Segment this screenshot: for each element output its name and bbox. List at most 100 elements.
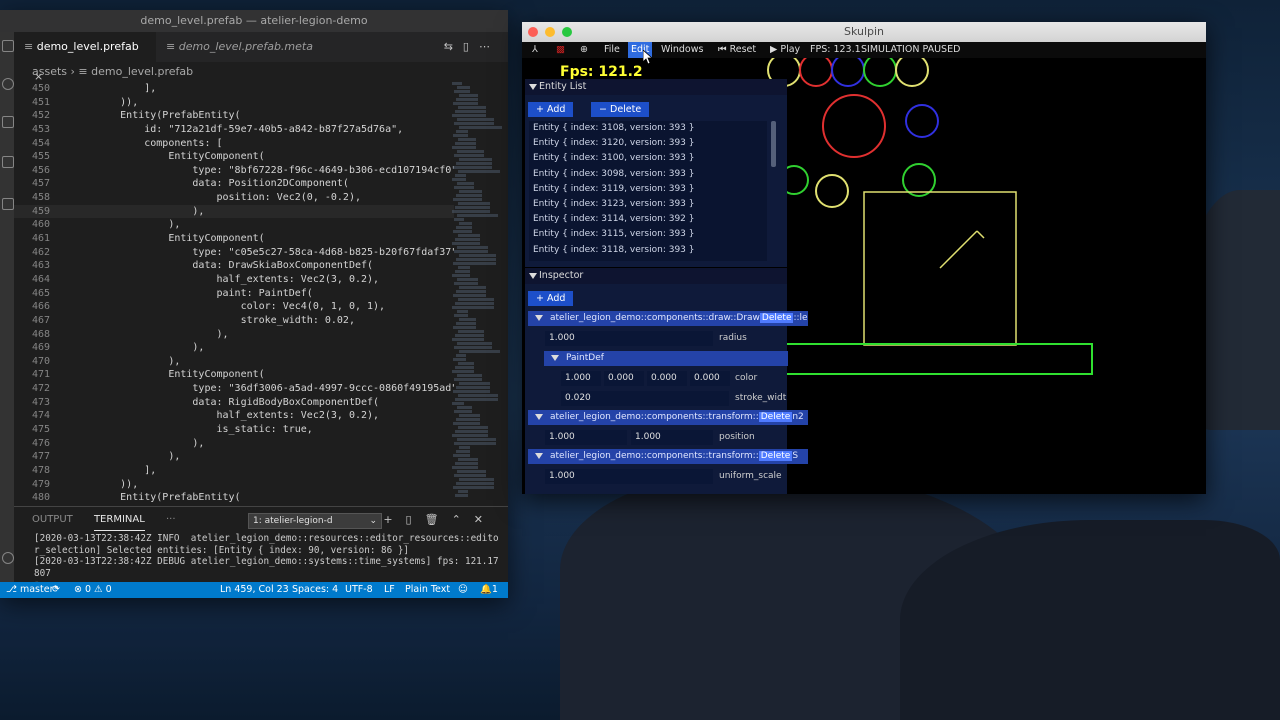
line-ending[interactable]: LF (384, 582, 395, 598)
code-line[interactable]: 464 half_extents: Vec2(3, 0.2), (14, 273, 454, 287)
code-line[interactable]: 472 type: "36df3006-a5ad-4997-9ccc-0860f… (14, 382, 454, 396)
component-header-transform-scale[interactable]: atelier_legion_demo::components::transfo… (528, 449, 808, 464)
code-line[interactable]: 466 color: Vec4(0, 1, 0, 1), (14, 300, 454, 314)
entity-list-item[interactable]: Entity { index: 3118, version: 393 } (529, 243, 767, 258)
settings-gear-icon[interactable] (2, 552, 14, 564)
entity-list-item[interactable]: Entity { index: 3123, version: 393 } (529, 197, 767, 212)
terminal-select[interactable]: 1: atelier-legion-d ⌄ (248, 513, 382, 529)
code-line[interactable]: 463 data: DrawSkiaBoxComponentDef( (14, 259, 454, 273)
uniform-scale-field[interactable]: 1.000 (545, 469, 713, 484)
code-line[interactable]: 465 paint: PaintDef( (14, 287, 454, 301)
tab-demo-level-prefab-meta[interactable]: ≡ demo_level.prefab.meta (156, 32, 336, 62)
radius-field[interactable]: 1.000 (545, 331, 713, 346)
minimize-window-button[interactable] (545, 27, 555, 37)
select-tool-icon[interactable]: ⅄ (532, 42, 538, 58)
delete-component-button[interactable]: Delete (759, 313, 794, 323)
code-line[interactable]: 476 ), (14, 437, 454, 451)
paintdef-header[interactable]: PaintDef (544, 351, 788, 366)
language-mode[interactable]: Plain Text (405, 582, 450, 598)
entity-list-item[interactable]: Entity { index: 3115, version: 393 } (529, 227, 767, 242)
code-line[interactable]: 458 position: Vec2(0, -0.2), (14, 191, 454, 205)
erase-tool-icon[interactable]: ▩ (556, 42, 565, 58)
code-line[interactable]: 467 stroke_width: 0.02, (14, 314, 454, 328)
problems-indicator[interactable]: ⊗ 0 ⚠ 0 (74, 582, 112, 598)
extensions-icon[interactable] (2, 198, 14, 210)
indentation[interactable]: Spaces: 4 (292, 582, 338, 598)
add-entity-button[interactable]: + Add (528, 102, 574, 117)
code-line[interactable]: 462 type: "c05e5c27-58ca-4d68-b825-b20f6… (14, 246, 454, 260)
stroke-width-field[interactable]: 0.020 (561, 391, 729, 406)
breadcrumb-folder[interactable]: assets (32, 65, 67, 78)
code-line[interactable]: 457 data: Position2DComponent( (14, 177, 454, 191)
minimap[interactable] (452, 82, 502, 506)
code-line[interactable]: 477 ), (14, 450, 454, 464)
feedback-icon[interactable]: ☺ (458, 582, 468, 598)
play-button[interactable]: ▶ Play (770, 42, 800, 58)
color-field-g[interactable]: 0.000 (604, 371, 644, 386)
code-line[interactable]: 450 ], (14, 82, 454, 96)
search-icon[interactable] (2, 78, 14, 90)
cursor-position[interactable]: Ln 459, Col 23 (220, 582, 289, 598)
debug-icon[interactable] (2, 156, 14, 168)
component-header-draw[interactable]: atelier_legion_demo::components::draw::D… (528, 311, 808, 326)
code-line[interactable]: 452 Entity(PrefabEntity( (14, 109, 454, 123)
position-x-field[interactable]: 1.000 (545, 430, 627, 445)
maximize-window-button[interactable] (562, 27, 572, 37)
color-field-r[interactable]: 1.000 (561, 371, 601, 386)
code-line[interactable]: 461 EntityComponent( (14, 232, 454, 246)
code-line[interactable]: 480 Entity(PrefabEntity( (14, 491, 454, 505)
menu-file[interactable]: File (604, 42, 620, 58)
code-line[interactable]: 454 components: [ (14, 137, 454, 151)
notifications-bell[interactable]: 🔔1 (480, 582, 498, 598)
code-line[interactable]: 451 )), (14, 96, 454, 110)
code-line[interactable]: 453 id: "712a21df-59e7-40b5-a842-b87f27a… (14, 123, 454, 137)
entity-list-item[interactable]: Entity { index: 3098, version: 393 } (529, 167, 767, 182)
tab-output[interactable]: OUTPUT (32, 507, 73, 533)
code-line[interactable]: 455 EntityComponent( (14, 150, 454, 164)
delete-component-button[interactable]: Delete (758, 451, 793, 461)
entity-list-item[interactable]: Entity { index: 3108, version: 393 } (529, 121, 767, 136)
code-line[interactable]: 473 data: RigidBodyBoxComponentDef( (14, 396, 454, 410)
position-y-field[interactable]: 1.000 (631, 430, 713, 445)
code-line[interactable]: 478 ], (14, 464, 454, 478)
close-window-button[interactable] (528, 27, 538, 37)
code-line[interactable]: 474 half_extents: Vec2(3, 0.2), (14, 409, 454, 423)
explorer-icon[interactable] (2, 40, 14, 52)
code-line[interactable]: 479 )), (14, 478, 454, 492)
editor-actions[interactable]: ⇆▯⋯ (444, 40, 500, 53)
color-field-b[interactable]: 0.000 (647, 371, 687, 386)
entity-list-item[interactable]: Entity { index: 3100, version: 393 } (529, 151, 767, 166)
entity-list-item[interactable]: Entity { index: 3114, version: 392 } (529, 212, 767, 227)
panel-actions[interactable]: +▯🗑⌃✕ (383, 513, 496, 526)
code-line[interactable]: 475 is_static: true, (14, 423, 454, 437)
code-line[interactable]: 469 ), (14, 341, 454, 355)
inspector-header[interactable]: Inspector (525, 268, 787, 284)
code-line[interactable]: 460 ), (14, 218, 454, 232)
entity-list-item[interactable]: Entity { index: 3119, version: 393 } (529, 182, 767, 197)
encoding[interactable]: UTF-8 (345, 582, 373, 598)
move-tool-icon[interactable]: ⊕ (580, 42, 588, 58)
branch-indicator[interactable]: ⎇ master* (6, 582, 58, 598)
code-line[interactable]: 468 ), (14, 328, 454, 342)
color-field-a[interactable]: 0.000 (690, 371, 730, 386)
breadcrumb-file[interactable]: demo_level.prefab (91, 65, 193, 78)
menu-windows[interactable]: Windows (661, 42, 703, 58)
add-component-button[interactable]: + Add (528, 291, 574, 306)
delete-component-button[interactable]: Delete (758, 412, 793, 422)
code-line[interactable]: 470 ), (14, 355, 454, 369)
code-line[interactable]: 456 type: "8bf67228-f96c-4649-b306-ecd10… (14, 164, 454, 178)
code-line[interactable]: 471 EntityComponent( (14, 368, 454, 382)
tab-demo-level-prefab[interactable]: ≡ demo_level.prefab × (14, 32, 156, 83)
sync-icon[interactable]: ⟳ (52, 582, 60, 598)
component-header-transform-position[interactable]: atelier_legion_demo::components::transfo… (528, 410, 808, 425)
delete-entity-button[interactable]: − Delete (591, 102, 650, 117)
entity-list[interactable]: Entity { index: 3108, version: 393 } Enti… (529, 121, 767, 261)
entity-list-header[interactable]: Entity List (525, 79, 787, 95)
entity-list-scrollbar[interactable] (771, 121, 776, 167)
code-editor[interactable]: 450 ], 451 )), 452 Entity(PrefabEntity(453… (14, 82, 454, 506)
source-control-icon[interactable] (2, 116, 14, 128)
code-line[interactable]: 459 ), (14, 204, 454, 219)
tab-terminal[interactable]: TERMINAL (93, 510, 145, 531)
reset-button[interactable]: ⏮ Reset (718, 42, 756, 58)
more-icon[interactable]: ··· (166, 507, 176, 533)
